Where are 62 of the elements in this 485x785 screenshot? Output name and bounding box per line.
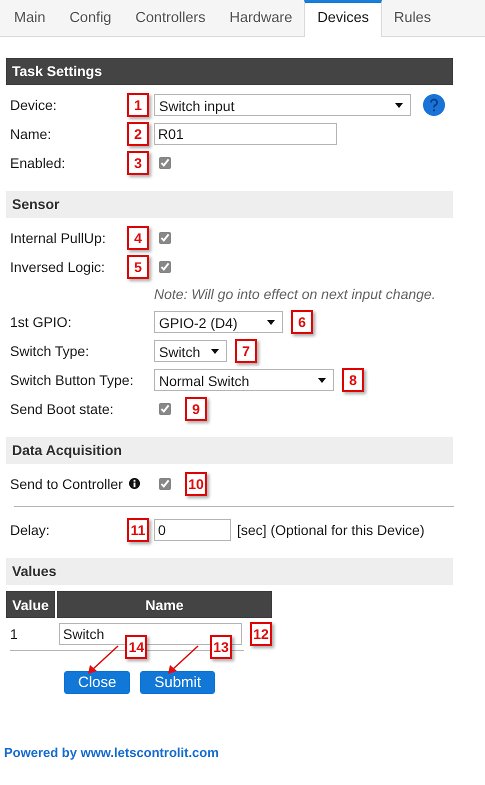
caret-icon xyxy=(267,320,275,324)
field-label: Send Boot state: xyxy=(10,400,114,416)
form-button[interactable]: Submit xyxy=(140,671,216,694)
checkbox[interactable] xyxy=(159,478,171,490)
callout-number: 1 xyxy=(127,92,149,116)
field-label: Delay: xyxy=(10,522,50,538)
field-label: Switch Type: xyxy=(10,342,90,358)
nav-tab[interactable]: Controllers xyxy=(123,0,218,36)
checkbox[interactable] xyxy=(159,260,171,272)
callout-number: 4 xyxy=(127,226,149,250)
value-number: 1 xyxy=(10,626,18,642)
caret-icon xyxy=(318,378,326,382)
callout-number: 8 xyxy=(342,368,364,392)
dropdown[interactable]: GPIO-2 (D4) xyxy=(154,310,283,332)
callout-number: 14 xyxy=(125,635,148,659)
dropdown[interactable]: Switch xyxy=(154,340,227,362)
unit-hint: [sec] (Optional for this Device) xyxy=(237,522,425,538)
checkbox[interactable] xyxy=(159,402,171,414)
note-text: Note: Will go into effect on next input change. xyxy=(154,286,436,302)
field-label: 1st GPIO: xyxy=(10,314,72,330)
checkbox[interactable] xyxy=(159,232,171,244)
section-header: Data Acquisition xyxy=(6,437,453,464)
callout-number: 6 xyxy=(291,310,313,334)
field-label: Enabled: xyxy=(10,154,66,170)
callout-number: 7 xyxy=(235,338,257,362)
field-label: Device: xyxy=(10,96,57,112)
form-button[interactable]: Close xyxy=(64,671,130,694)
pointer-arrow xyxy=(166,645,200,675)
section-header: Sensor xyxy=(6,191,453,218)
field-label: Name: xyxy=(10,126,52,142)
dropdown[interactable]: Normal Switch xyxy=(154,368,334,390)
info-icon xyxy=(128,478,140,489)
field-label: Send to Controller xyxy=(10,476,123,492)
section-header: Values xyxy=(6,558,453,585)
callout-number: 5 xyxy=(127,254,149,278)
caret-icon xyxy=(395,102,403,108)
nav-tab[interactable]: Rules xyxy=(382,0,443,36)
section-header: Task Settings xyxy=(6,58,453,85)
callout-number: 13 xyxy=(210,635,232,659)
nav-tab[interactable]: Devices xyxy=(304,0,382,37)
column-header: Value xyxy=(6,591,55,618)
footer-link[interactable]: Powered by www.letscontrolit.com xyxy=(4,745,219,760)
text-field[interactable]: R01 xyxy=(154,122,337,144)
nav-tab[interactable]: Config xyxy=(57,0,124,36)
caret-icon xyxy=(211,348,219,354)
nav-tab[interactable]: Main xyxy=(2,0,58,36)
field-label: Internal PullUp: xyxy=(10,230,106,246)
dropdown[interactable]: Switch input xyxy=(154,94,411,116)
callout-number: 9 xyxy=(185,396,207,420)
callout-number: 11 xyxy=(127,518,149,542)
callout-number: 12 xyxy=(250,622,272,646)
checkbox[interactable] xyxy=(159,156,171,168)
field-label: Inversed Logic: xyxy=(10,258,105,274)
pointer-arrow xyxy=(86,645,120,675)
nav-tab[interactable]: Hardware xyxy=(217,0,304,36)
callout-number: 3 xyxy=(127,150,149,174)
help-icon[interactable] xyxy=(423,94,445,116)
text-field[interactable]: 0 xyxy=(154,518,231,540)
callout-number: 10 xyxy=(185,472,207,496)
callout-number: 2 xyxy=(127,122,149,146)
field-label: Switch Button Type: xyxy=(10,372,134,388)
column-header: Name xyxy=(55,591,272,618)
